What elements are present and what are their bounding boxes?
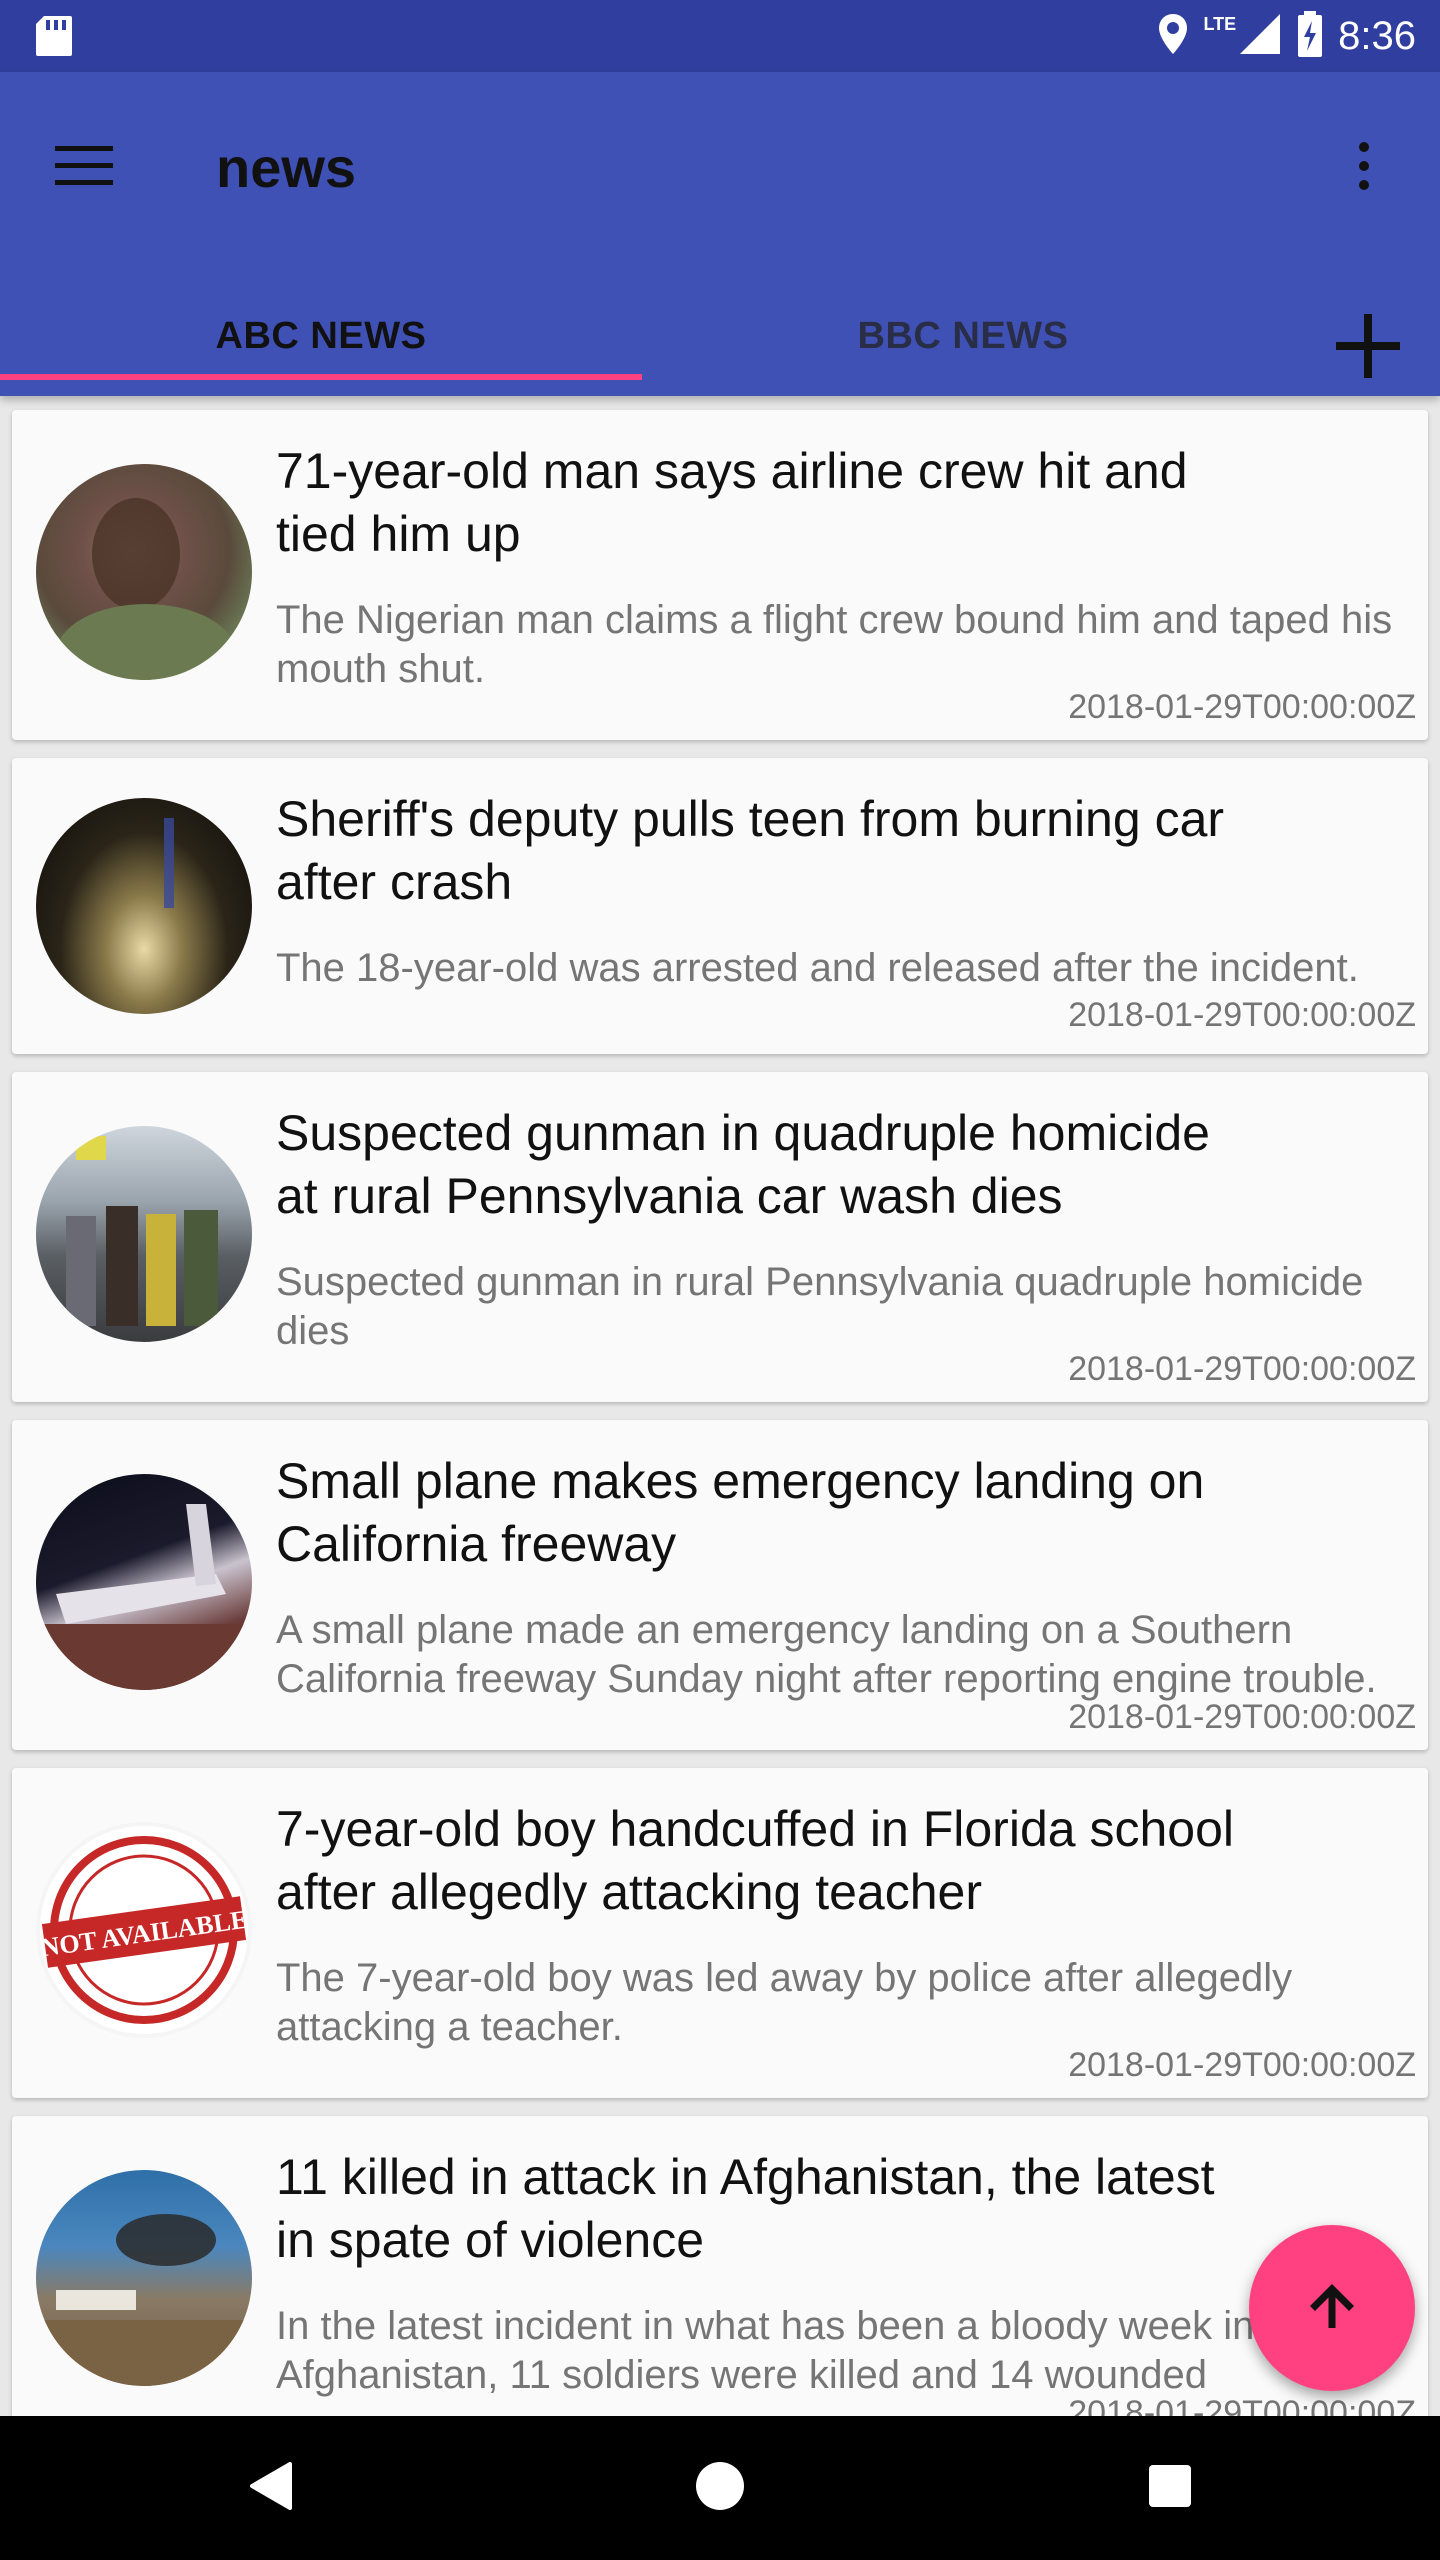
home-button[interactable] xyxy=(640,2416,800,2560)
news-description: A small plane made an emergency landing … xyxy=(276,1608,1377,1701)
news-thumbnail: NOT AVAILABLE xyxy=(36,1822,252,2038)
news-description: The 18-year-old was arrested and release… xyxy=(276,946,1359,990)
clock: 8:36 xyxy=(1338,13,1416,58)
news-title: 71-year-old man says airline crew hit an… xyxy=(276,443,1188,562)
network-type-label: LTE xyxy=(1203,13,1237,34)
news-card[interactable]: Suspected gunman in quadruple homicide a… xyxy=(12,1072,1428,1402)
news-date: 2018-01-29T00:00:00Z xyxy=(1068,1350,1416,1388)
news-card[interactable]: Sheriff's deputy pulls teen from burning… xyxy=(12,758,1428,1054)
scroll-to-top-button[interactable] xyxy=(1249,2225,1415,2391)
news-thumbnail xyxy=(36,1126,252,1342)
news-card[interactable]: Small plane makes emergency landing on C… xyxy=(12,1420,1428,1750)
tab-indicator xyxy=(0,374,642,380)
news-thumbnail xyxy=(36,464,252,680)
app-bar: news ABC NEWS BBC NEWS xyxy=(0,72,1440,396)
app-title: news xyxy=(216,136,357,199)
news-title: 7-year-old boy handcuffed in Florida sch… xyxy=(276,1801,1234,1920)
news-description: The 7-year-old boy was led away by polic… xyxy=(276,1956,1293,2049)
hamburger-menu-icon xyxy=(55,145,113,191)
recents-square-icon xyxy=(1147,2463,1193,2514)
navigation-bar xyxy=(0,2416,1440,2560)
news-description: Suspected gunman in rural Pennsylvania q… xyxy=(276,1260,1364,1353)
battery-charging-icon xyxy=(1296,10,1324,62)
news-description: The Nigerian man claims a flight crew bo… xyxy=(276,598,1393,691)
news-date: 2018-01-29T00:00:00Z xyxy=(1068,996,1416,1034)
news-description: In the latest incident in what has been … xyxy=(276,2304,1255,2397)
location-icon xyxy=(1157,12,1189,61)
news-card[interactable]: NOT AVAILABLE 7-year-old boy handcuffed … xyxy=(12,1768,1428,2098)
news-title: Sheriff's deputy pulls teen from burning… xyxy=(276,791,1225,910)
news-date: 2018-01-29T00:00:00Z xyxy=(1068,688,1416,726)
tab-bbc-news[interactable]: BBC NEWS xyxy=(642,276,1284,396)
news-title: 11 killed in attack in Afghanistan, the … xyxy=(276,2149,1215,2268)
arrow-up-icon xyxy=(1304,2278,1360,2339)
overflow-menu-button[interactable] xyxy=(1328,124,1400,212)
back-triangle-icon xyxy=(246,2460,294,2517)
news-card[interactable]: 71-year-old man says airline crew hit an… xyxy=(12,410,1428,740)
overflow-menu-icon xyxy=(1358,141,1370,196)
news-thumbnail xyxy=(36,2170,252,2386)
back-button[interactable] xyxy=(190,2416,350,2560)
recents-button[interactable] xyxy=(1090,2416,1250,2560)
news-date: 2018-01-29T00:00:00Z xyxy=(1068,2046,1416,2084)
news-date: 2018-01-29T00:00:00Z xyxy=(1068,2394,1416,2416)
plus-icon xyxy=(1334,312,1402,385)
news-date: 2018-01-29T00:00:00Z xyxy=(1068,1698,1416,1736)
home-circle-icon xyxy=(694,2460,746,2517)
menu-button[interactable] xyxy=(40,124,128,212)
news-card[interactable]: 11 killed in attack in Afghanistan, the … xyxy=(12,2116,1428,2416)
status-bar: LTE 8:36 xyxy=(0,0,1440,72)
news-thumbnail xyxy=(36,798,252,1014)
signal-icon xyxy=(1238,12,1282,61)
news-thumbnail xyxy=(36,1474,252,1690)
sd-card-icon xyxy=(34,14,74,58)
news-title: Suspected gunman in quadruple homicide a… xyxy=(276,1105,1210,1224)
add-tab-button[interactable] xyxy=(1320,300,1416,396)
news-title: Small plane makes emergency landing on C… xyxy=(276,1453,1205,1572)
news-list[interactable]: 71-year-old man says airline crew hit an… xyxy=(0,396,1440,2416)
